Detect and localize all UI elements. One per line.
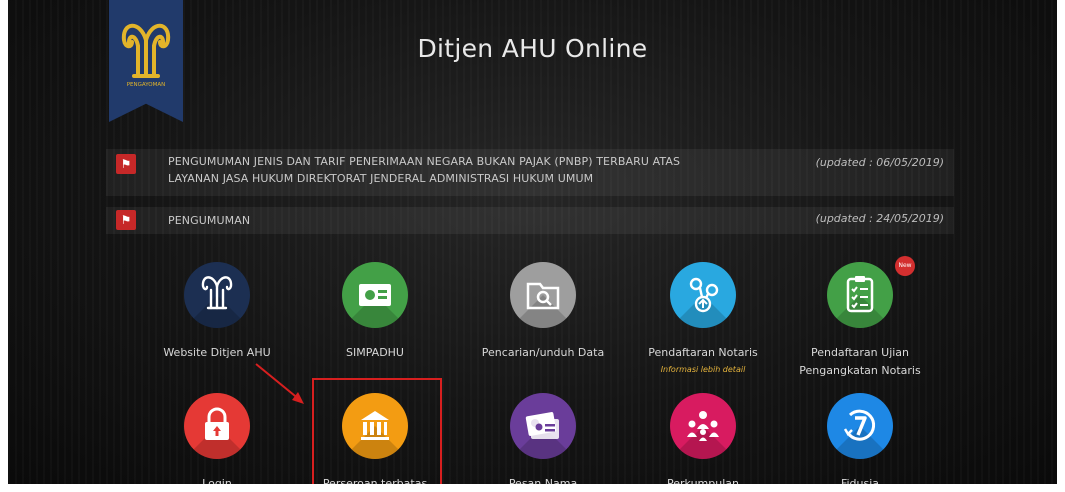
- menu-label: Perkumpulan: [667, 477, 739, 484]
- red-arrow-annotation: [255, 363, 304, 404]
- announcement-row[interactable]: ⚑ PENGUMUMAN (updated : 24/05/2019): [106, 207, 954, 234]
- menu-label: Pesan Nama: [508, 477, 578, 484]
- menu-label: Fidusia: [840, 477, 880, 484]
- id-badge-icon: [510, 393, 576, 459]
- menu-label: SIMPADHU: [346, 346, 404, 359]
- clipboard-checklist-icon: [827, 262, 893, 328]
- pengayoman-logo-icon: [184, 262, 250, 328]
- id-card-icon: [342, 262, 408, 328]
- people-group-icon: [670, 393, 736, 459]
- folder-search-icon: [510, 262, 576, 328]
- announcement-text[interactable]: PENGUMUMAN JENIS DAN TARIF PENERIMAAN NE…: [168, 153, 728, 187]
- announcement-text[interactable]: PENGUMUMAN: [168, 212, 728, 229]
- menu-label: Pendaftaran Notaris: [648, 346, 758, 359]
- page-title: Ditjen AHU Online: [417, 34, 648, 63]
- menu-label: Pendaftaran Ujian Pengangkatan Notaris: [799, 346, 921, 377]
- page-frame: PENGAYOMAN Ditjen AHU Online ⚑ PENGUMUMA…: [8, 0, 1057, 484]
- menu-label: Pencarian/unduh Data: [481, 346, 605, 359]
- new-badge: New: [895, 256, 915, 276]
- announcement-row[interactable]: ⚑ PENGUMUMAN JENIS DAN TARIF PENERIMAAN …: [106, 149, 954, 196]
- menu-detail-link[interactable]: Informasi lebih detail: [628, 365, 778, 374]
- logo-text: PENGAYOMAN: [127, 82, 166, 88]
- menu-label: Website Ditjen AHU: [163, 346, 271, 359]
- lock-icon: [184, 393, 250, 459]
- megaphone-icon: ⚑: [116, 210, 136, 230]
- building-columns-icon: [342, 393, 408, 459]
- menu-label: Perseroan terbatas: [322, 477, 428, 484]
- network-icon: [670, 262, 736, 328]
- menu-label: Login: [202, 477, 232, 484]
- clock-7-icon: [827, 393, 893, 459]
- announcement-updated: (updated : 24/05/2019): [815, 212, 944, 225]
- megaphone-icon: ⚑: [116, 154, 136, 174]
- announcement-updated: (updated : 06/05/2019): [815, 156, 944, 169]
